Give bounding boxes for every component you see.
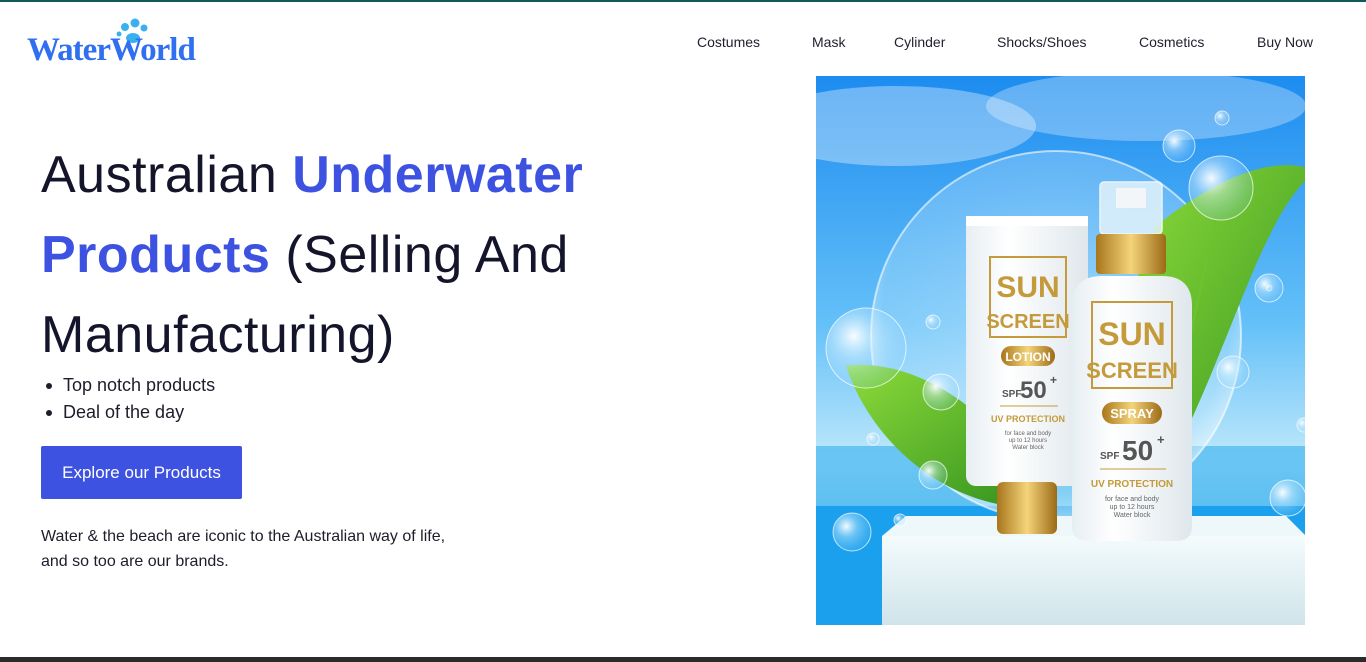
svg-text:for face and body: for face and body <box>1105 496 1160 503</box>
product-illustration: SUN SCREEN LOTION SPF 50 + UV PROTECTION… <box>816 76 1305 625</box>
tagline-line-1: Water & the beach are iconic to the Aust… <box>41 528 446 545</box>
svg-text:UV PROTECTION: UV PROTECTION <box>1091 479 1173 490</box>
nav-item-costumes[interactable]: Costumes <box>697 34 760 50</box>
svg-text:LOTION: LOTION <box>1005 350 1050 364</box>
tagline-line-2: and so too are our brands. <box>41 553 229 570</box>
nav-item-cosmetics[interactable]: Cosmetics <box>1139 34 1204 50</box>
svg-text:SPF: SPF <box>1002 389 1021 400</box>
svg-text:SCREEN: SCREEN <box>986 311 1069 333</box>
hero-title-accent-products: Products <box>41 226 271 284</box>
bottom-bar <box>0 657 1366 662</box>
svg-text:Water block: Water block <box>1012 445 1044 451</box>
hero-title: Australian Underwater Products (Selling … <box>41 135 761 375</box>
svg-text:50: 50 <box>1020 377 1047 404</box>
svg-text:UV PROTECTION: UV PROTECTION <box>991 414 1065 424</box>
bullet-item: Deal of the day <box>41 399 215 426</box>
svg-text:SUN: SUN <box>1098 316 1166 352</box>
svg-text:50: 50 <box>1122 435 1153 466</box>
main-nav: Costumes Mask Cylinder Shocks/Shoes Cosm… <box>0 34 1366 54</box>
explore-products-button[interactable]: Explore our Products <box>41 446 242 499</box>
top-accent-line <box>0 0 1366 2</box>
nav-item-mask[interactable]: Mask <box>812 34 845 50</box>
bullet-item: Top notch products <box>41 372 215 399</box>
svg-text:for face and body: for face and body <box>1005 431 1051 437</box>
svg-text:Water block: Water block <box>1114 512 1151 519</box>
hero-bullet-list: Top notch products Deal of the day <box>41 372 215 426</box>
hero-tagline: Water & the beach are iconic to the Aust… <box>41 524 521 574</box>
svg-text:SPRAY: SPRAY <box>1110 406 1154 421</box>
hero-title-accent-underwater: Underwater <box>292 146 584 204</box>
nav-item-cylinder[interactable]: Cylinder <box>894 34 945 50</box>
nav-item-buy-now[interactable]: Buy Now <box>1257 34 1313 50</box>
svg-text:up to 12 hours: up to 12 hours <box>1009 438 1047 444</box>
svg-text:+: + <box>1050 373 1057 387</box>
svg-text:+: + <box>1157 432 1165 447</box>
svg-text:SUN: SUN <box>996 271 1059 304</box>
sunscreen-product-image: SUN SCREEN LOTION SPF 50 + UV PROTECTION… <box>816 76 1305 625</box>
svg-text:SPF: SPF <box>1100 451 1119 462</box>
svg-text:up to 12 hours: up to 12 hours <box>1110 504 1155 511</box>
nav-item-shocks-shoes[interactable]: Shocks/Shoes <box>997 34 1087 50</box>
svg-text:SCREEN: SCREEN <box>1086 358 1178 383</box>
hero-title-part1: Australian <box>41 146 293 204</box>
